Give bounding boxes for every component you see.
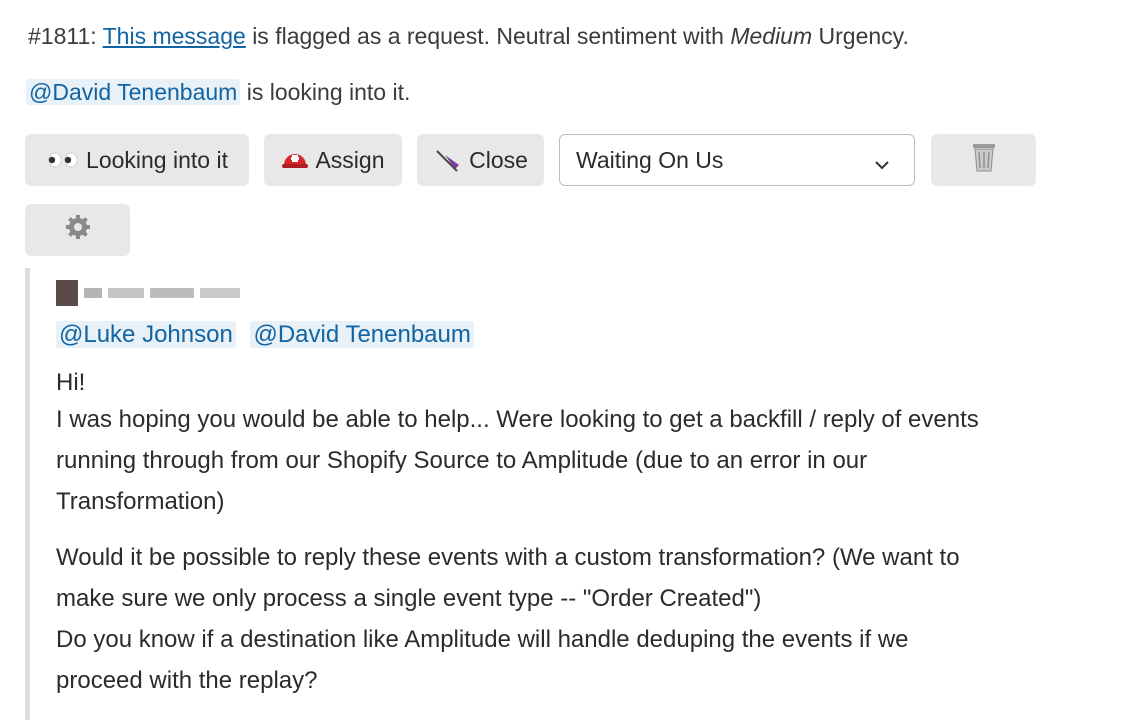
urgency-suffix: Urgency. [818, 23, 909, 49]
close-label: Close [469, 146, 528, 173]
message-line: Do you know if a destination like Amplit… [56, 626, 909, 653]
status-select-value: Waiting On Us [576, 146, 724, 173]
message-line: make sure we only process a single event… [56, 585, 762, 612]
message-author [56, 280, 240, 306]
mention-luke[interactable]: @Luke Johnson [56, 321, 236, 348]
eyes-icon [46, 150, 80, 170]
assignee-status-text: is looking into it. [246, 79, 411, 105]
looking-into-it-button[interactable]: Looking into it [25, 134, 249, 186]
message-line: proceed with the replay? [56, 667, 318, 694]
author-name-redacted [84, 288, 240, 298]
umbrella-icon [433, 147, 463, 173]
mention-david[interactable]: @David Tenenbaum [250, 321, 474, 348]
chevron-down-icon [874, 152, 890, 179]
message-line: Would it be possible to reply these even… [56, 544, 960, 571]
assignee-status: @David Tenenbaum is looking into it. [26, 74, 410, 110]
ticket-id: #1811: [28, 23, 97, 49]
settings-button[interactable] [25, 204, 130, 256]
message-line: Hi! [56, 369, 86, 396]
assign-label: Assign [315, 146, 385, 173]
message-line: Transformation) [56, 488, 225, 515]
assignee-mention[interactable]: @David Tenenbaum [26, 79, 241, 105]
trash-icon [970, 141, 998, 179]
looking-into-it-label: Looking into it [86, 146, 228, 173]
assign-button[interactable]: Assign [264, 134, 402, 186]
message-line: I was hoping you would be able to help..… [56, 406, 979, 433]
message-link[interactable]: This message [103, 23, 246, 49]
ticket-summary: #1811: This message is flagged as a requ… [28, 18, 909, 54]
rescue-helmet-icon [281, 148, 309, 172]
message-mentions: @Luke Johnson @David Tenenbaum [56, 316, 474, 354]
avatar [56, 280, 78, 306]
flag-description: is flagged as a request. Neutral sentime… [252, 23, 724, 49]
gear-icon [64, 213, 92, 247]
urgency-level: Medium [730, 23, 813, 49]
message-line: running through from our Shopify Source … [56, 447, 868, 474]
close-button[interactable]: Close [417, 134, 544, 186]
quote-bar [25, 268, 30, 720]
delete-button[interactable] [931, 134, 1036, 186]
status-select[interactable]: Waiting On Us [559, 134, 915, 186]
